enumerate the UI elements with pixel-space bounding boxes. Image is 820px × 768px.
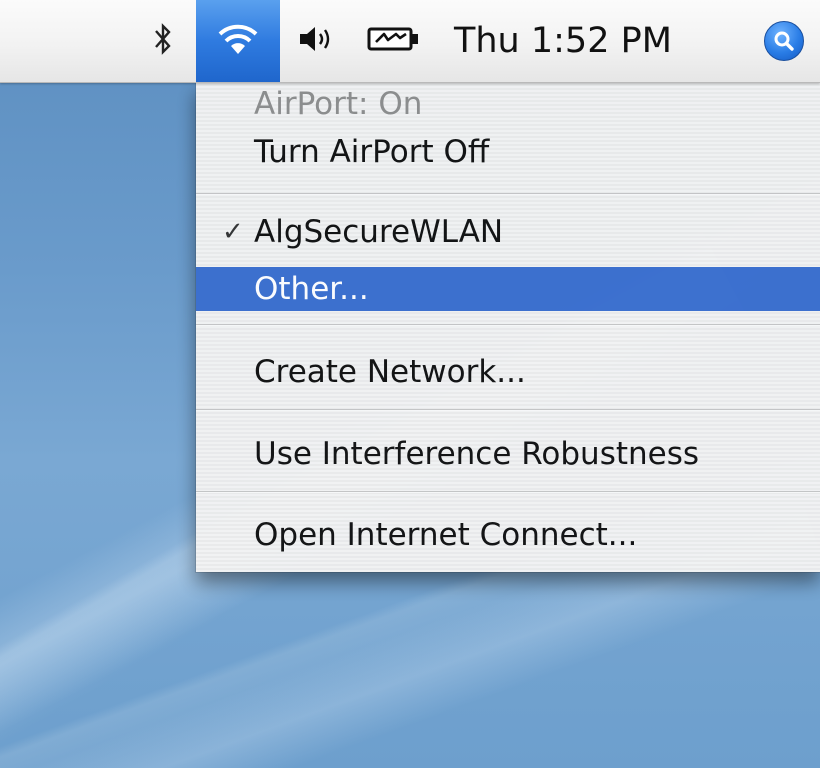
battery-menu-extra[interactable] <box>355 0 435 82</box>
open-internet-connect-item[interactable]: Open Internet Connect... <box>196 513 820 557</box>
menu-separator <box>196 193 820 195</box>
checkmark-icon: ✓ <box>222 217 244 247</box>
network-item-algsecurewlan[interactable]: ✓ AlgSecureWLAN <box>196 210 820 254</box>
volume-icon <box>297 24 337 58</box>
network-label: AlgSecureWLAN <box>254 214 504 250</box>
turn-airport-off-item[interactable]: Turn AirPort Off <box>196 130 820 174</box>
volume-menu-extra[interactable] <box>290 0 344 82</box>
menu-separator <box>196 324 820 326</box>
menu-bar: Thu 1:52 PM <box>0 0 820 83</box>
create-network-label: Create Network... <box>254 354 526 390</box>
airport-dropdown-menu: AirPort: On Turn AirPort Off ✓ AlgSecure… <box>196 82 820 572</box>
create-network-item[interactable]: Create Network... <box>196 350 820 394</box>
interference-robustness-item[interactable]: Use Interference Robustness <box>196 432 820 476</box>
bluetooth-menu-extra[interactable] <box>146 0 180 82</box>
turn-airport-off-label: Turn AirPort Off <box>254 134 490 170</box>
network-label: Other... <box>254 271 369 307</box>
interference-robustness-label: Use Interference Robustness <box>254 436 700 472</box>
menu-bar-clock[interactable]: Thu 1:52 PM <box>448 0 716 82</box>
spotlight-button[interactable] <box>762 0 806 82</box>
airport-status-item: AirPort: On <box>196 82 820 126</box>
airport-menu-extra[interactable] <box>196 0 280 82</box>
network-item-other[interactable]: Other... <box>196 267 820 311</box>
open-internet-connect-label: Open Internet Connect... <box>254 517 638 553</box>
menu-separator <box>196 409 820 411</box>
clock-text: Thu 1:52 PM <box>454 21 672 61</box>
menu-separator <box>196 491 820 493</box>
battery-charging-icon <box>366 24 424 58</box>
bluetooth-icon <box>152 22 174 60</box>
search-icon <box>764 21 804 61</box>
wifi-icon <box>216 21 260 61</box>
airport-status-label: AirPort: On <box>254 86 423 122</box>
